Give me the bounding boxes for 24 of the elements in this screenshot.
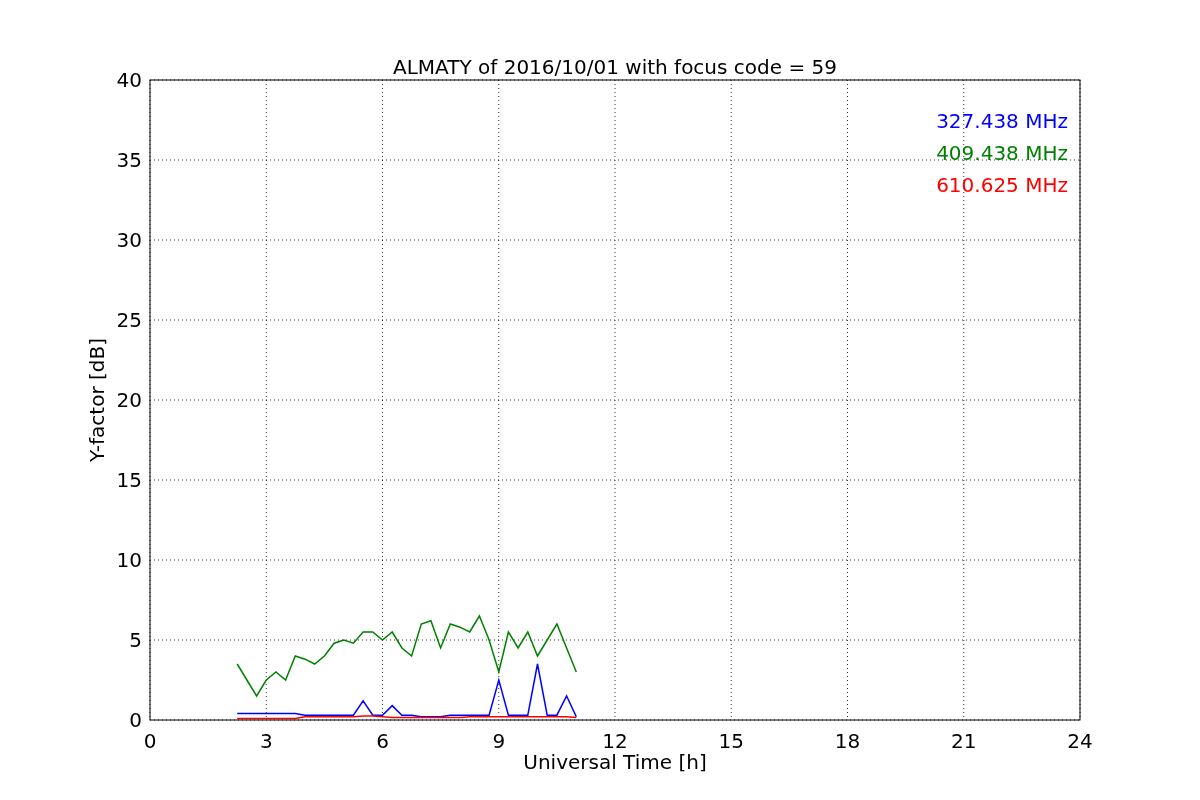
legend-label: 409.438 MHz xyxy=(936,141,1068,165)
legend-label: 610.625 MHz xyxy=(936,173,1068,197)
y-tick-label: 15 xyxy=(116,468,142,492)
y-tick-label: 40 xyxy=(116,68,142,92)
y-tick-label: 10 xyxy=(116,548,142,572)
x-tick-label: 3 xyxy=(259,729,273,753)
y-axis-label: Y-factor [dB] xyxy=(85,338,109,462)
y-tick-label: 35 xyxy=(116,148,142,172)
y-tick-label: 30 xyxy=(116,228,142,252)
x-tick-label: 12 xyxy=(602,729,628,753)
x-tick-label: 9 xyxy=(492,729,506,753)
y-tick-label: 20 xyxy=(116,388,142,412)
x-axis-label: Universal Time [h] xyxy=(523,750,707,774)
x-tick-label: 0 xyxy=(143,729,157,753)
y-tick-label: 0 xyxy=(129,708,142,732)
x-tick-label: 24 xyxy=(1067,729,1093,753)
x-tick-label: 21 xyxy=(951,729,977,753)
x-tick-label: 6 xyxy=(376,729,389,753)
chart-title: ALMATY of 2016/10/01 with focus code = 59 xyxy=(393,55,837,79)
y-tick-label: 25 xyxy=(116,308,142,332)
x-tick-label: 18 xyxy=(834,729,861,753)
x-tick-label: 15 xyxy=(718,729,744,753)
legend-label: 327.438 MHz xyxy=(936,109,1068,133)
y-tick-label: 5 xyxy=(129,628,142,652)
